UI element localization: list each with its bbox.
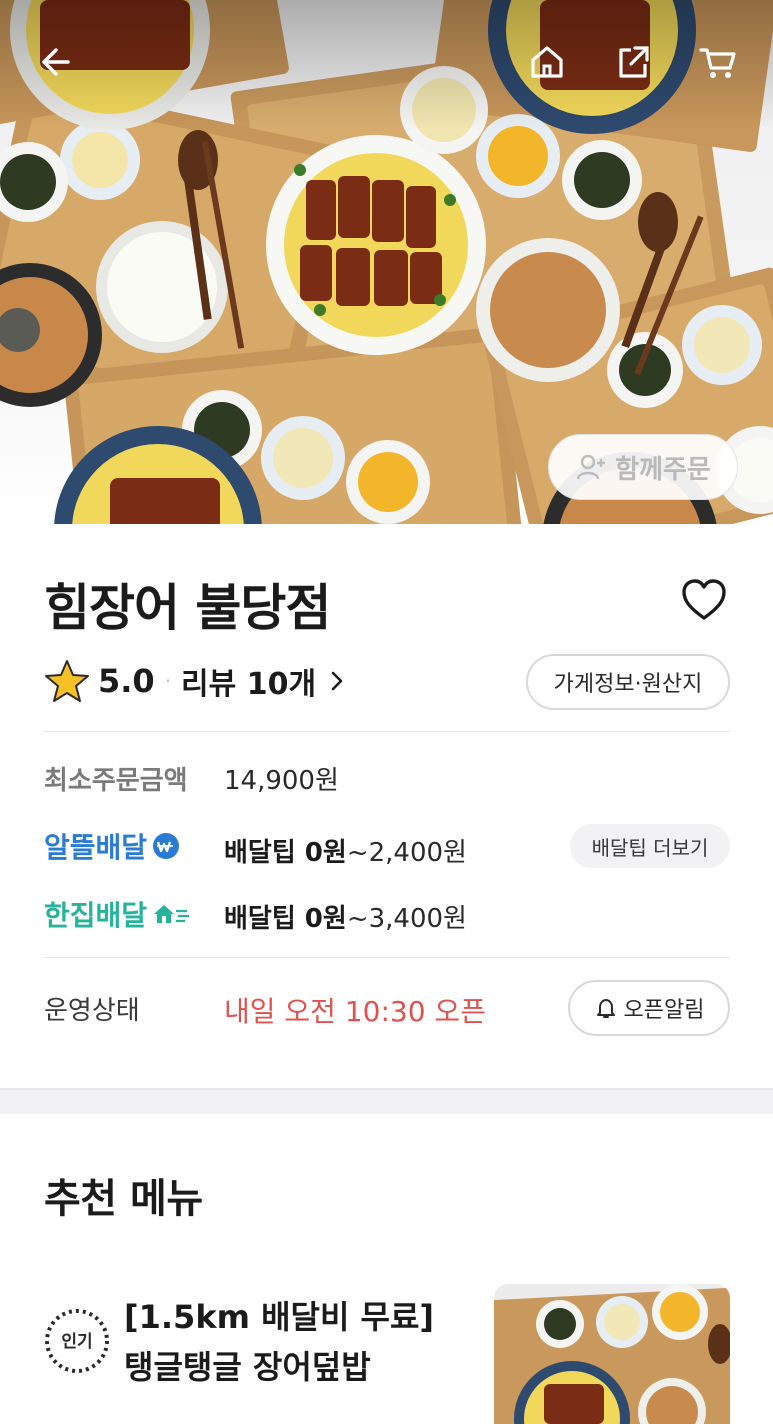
separator-dot: · [164, 669, 172, 693]
status-label: 운영상태 [44, 996, 140, 1026]
alddeul-delivery-tip: 배달팁 0원~2,400원 [224, 838, 467, 868]
rating-value: 5.0 [98, 662, 155, 700]
store-name: 힘장어 불당점 [44, 579, 331, 637]
divider [44, 731, 730, 732]
favorite-heart-icon[interactable] [678, 574, 730, 626]
hanjip-delivery-tip: 배달팁 0원~3,400원 [224, 904, 467, 934]
min-order-value: 14,900원 [224, 766, 339, 796]
star-icon [45, 660, 89, 702]
share-button[interactable] [607, 36, 659, 88]
bell-icon [596, 999, 615, 1018]
open-notify-label: 오픈알림 [623, 998, 705, 1023]
min-order-label: 최소주문금액 [44, 766, 188, 796]
store-hero-image: 함께주문 [0, 0, 773, 524]
house-speed-icon [154, 905, 190, 923]
add-person-icon [576, 454, 606, 480]
home-button[interactable] [521, 36, 573, 88]
back-arrow-icon [42, 48, 70, 76]
menu-item-thumbnail[interactable] [494, 1284, 730, 1424]
cart-icon [699, 48, 736, 78]
menu-food-photo [494, 1284, 730, 1424]
status-value: 내일 오전 10:30 오픈 [224, 995, 486, 1028]
rating-row[interactable]: 5.0 · 리뷰 10개 [44, 656, 348, 706]
alddeul-delivery-label: 알뜰배달 [44, 826, 181, 866]
alddeul-w-icon [153, 833, 180, 859]
share-icon [619, 46, 649, 78]
review-count-link[interactable]: 리뷰 10개 [181, 659, 316, 703]
section-gap [0, 1088, 773, 1114]
home-icon [531, 46, 563, 78]
group-order-label: 함께주문 [615, 454, 711, 485]
popular-badge-label: 인기 [61, 1332, 93, 1352]
group-order-button[interactable]: 함께주문 [548, 434, 738, 500]
store-info-button[interactable]: 가게정보·원산지 [526, 654, 730, 710]
more-tips-button[interactable]: 배달팁 더보기 [570, 824, 730, 868]
hanjip-delivery-label: 한집배달 [44, 894, 191, 934]
divider [44, 957, 730, 958]
open-notify-button[interactable]: 오픈알림 [568, 980, 730, 1036]
chevron-right-icon [331, 671, 343, 691]
recommended-title: 추천 메뉴 [44, 1176, 203, 1222]
menu-item-name[interactable]: [1.5km 배달비 무료] 탱글탱글 장어덮밥 [124, 1292, 484, 1392]
cart-button[interactable] [692, 36, 744, 88]
back-button[interactable] [28, 36, 80, 88]
